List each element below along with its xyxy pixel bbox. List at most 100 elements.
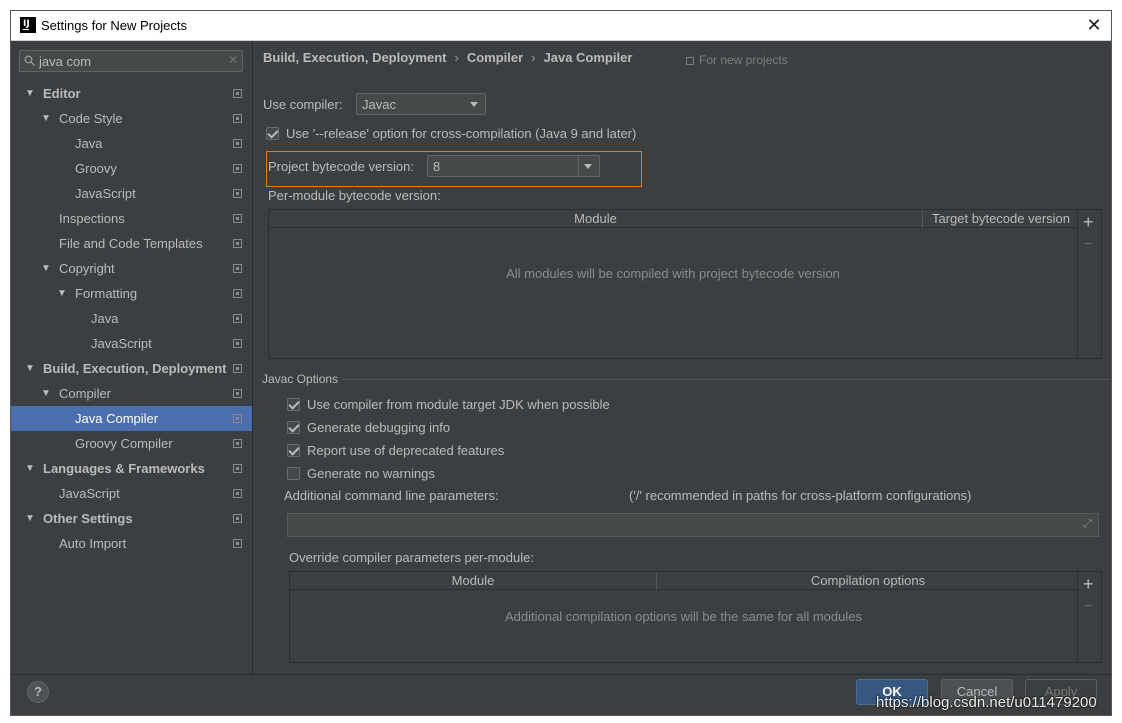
per-module-table: Module Target bytecode version All modul… — [268, 209, 1102, 359]
checkbox[interactable] — [287, 398, 300, 411]
settings-content: Build, Execution, Deployment › Compiler › Ja… — [254, 41, 1111, 674]
search-icon — [24, 55, 35, 66]
target-version-column-header[interactable]: Target bytecode version — [923, 210, 1079, 228]
tree-item-javascript[interactable]: JavaScript — [11, 181, 252, 206]
remove-icon: − — [1084, 236, 1094, 253]
settings-sidebar: ✕ ▼ Editor ▼ Code Style Java Groovy — [11, 41, 253, 674]
for-new-projects-label: For new projects — [699, 53, 788, 67]
remove-icon: − — [1084, 598, 1094, 615]
search-input[interactable] — [39, 53, 219, 69]
close-icon[interactable]: ✕ — [1083, 14, 1105, 36]
expand-icon[interactable]: ⤢ — [1083, 519, 1094, 530]
tree-item-auto-import[interactable]: Auto Import — [11, 531, 252, 556]
project-copy-icon — [233, 364, 242, 373]
table-toolbar: + − — [1077, 572, 1101, 662]
project-copy-icon — [233, 414, 242, 423]
checkbox[interactable] — [287, 467, 300, 480]
module-column-header[interactable]: Module — [290, 572, 657, 590]
settings-dialog: IJ Settings for New Projects ✕ ✕ ▼ Edito… — [10, 10, 1112, 716]
per-module-label: Per-module bytecode version: — [268, 188, 441, 203]
tree-item-java-compiler[interactable]: Java Compiler — [11, 406, 252, 431]
breadcrumb-build: Build, Execution, Deployment — [263, 50, 447, 65]
tree-item-formatting[interactable]: ▼ Formatting — [11, 281, 252, 306]
expand-arrow-icon[interactable]: ▼ — [25, 506, 35, 531]
dropdown-arrow-icon — [584, 164, 592, 169]
expand-arrow-icon[interactable]: ▼ — [41, 106, 51, 131]
tree-item-compiler[interactable]: ▼ Compiler — [11, 381, 252, 406]
watermark: https://blog.csdn.net/u011479200 — [876, 694, 1097, 711]
for-new-projects-note: For new projects — [686, 53, 788, 67]
expand-arrow-icon[interactable]: ▼ — [25, 356, 35, 381]
bytecode-version-value: 8 — [433, 159, 441, 174]
tree-item-groovy[interactable]: Groovy — [11, 156, 252, 181]
expand-arrow-icon[interactable]: ▼ — [57, 281, 67, 306]
project-copy-icon — [233, 239, 242, 248]
breadcrumb-java-compiler: Java Compiler — [543, 50, 633, 65]
additional-params-hint: ('/' recommended in paths for cross-plat… — [629, 488, 972, 503]
breadcrumb: Build, Execution, Deployment › Compiler › Ja… — [263, 50, 632, 65]
add-icon[interactable]: + — [1083, 212, 1094, 233]
project-copy-icon — [233, 214, 242, 223]
release-option-label: Use '--release' option for cross-compila… — [286, 126, 637, 141]
intellij-app-icon: IJ — [20, 17, 36, 33]
tree-item-label: Other Settings — [43, 511, 133, 526]
checkbox[interactable] — [287, 444, 300, 457]
tree-item-languages-frameworks[interactable]: ▼ Languages & Frameworks — [11, 456, 252, 481]
expand-arrow-icon[interactable]: ▼ — [25, 81, 35, 106]
use-compiler-select[interactable]: Javac — [356, 93, 486, 115]
project-copy-icon — [233, 139, 242, 148]
tree-item-copyright[interactable]: ▼ Copyright — [11, 256, 252, 281]
expand-arrow-icon[interactable]: ▼ — [41, 256, 51, 281]
tree-item-build-execution-deployment[interactable]: ▼ Build, Execution, Deployment — [11, 356, 252, 381]
checkbox[interactable] — [266, 127, 279, 140]
add-icon[interactable]: + — [1083, 574, 1094, 595]
breadcrumb-separator: › — [531, 50, 536, 65]
tree-item-code-style[interactable]: ▼ Code Style — [11, 106, 252, 131]
tree-item-label: Java Compiler — [75, 411, 159, 426]
override-empty-message: Additional compilation options will be t… — [505, 609, 862, 624]
tree-item-other-settings[interactable]: ▼ Other Settings — [11, 506, 252, 531]
project-copy-icon — [233, 339, 242, 348]
tree-item-inspections[interactable]: Inspections — [11, 206, 252, 231]
project-copy-icon — [233, 114, 242, 123]
dropdown-arrow-icon — [470, 102, 478, 107]
expand-arrow-icon[interactable]: ▼ — [25, 456, 35, 481]
use-compiler-label: Use compiler: — [263, 97, 343, 112]
compilation-options-column-header[interactable]: Compilation options — [657, 572, 1079, 590]
override-params-table: Module Compilation options Additional co… — [289, 571, 1102, 663]
tree-item-file-and-code-templates[interactable]: File and Code Templates — [11, 231, 252, 256]
additional-params-input[interactable] — [287, 513, 1099, 537]
checkbox[interactable] — [287, 421, 300, 434]
project-copy-icon — [233, 439, 242, 448]
tree-item-languages-javascript[interactable]: JavaScript — [11, 481, 252, 506]
tree-item-label: Groovy — [75, 161, 117, 176]
tree-item-label: Groovy Compiler — [75, 436, 173, 451]
tree-item-java[interactable]: Java — [11, 131, 252, 156]
javac-options-title: Javac Options — [262, 372, 339, 386]
project-copy-icon — [233, 464, 242, 473]
generate-debugging-info-label: Generate debugging info — [307, 420, 451, 435]
tree-item-groovy-compiler[interactable]: Groovy Compiler — [11, 431, 252, 456]
use-compiler-value: Javac — [362, 97, 396, 112]
breadcrumb-separator: › — [454, 50, 459, 65]
bytecode-version-label: Project bytecode version: — [268, 159, 414, 174]
project-copy-icon — [233, 89, 242, 98]
project-copy-icon — [233, 514, 242, 523]
bytecode-version-select[interactable]: 8 — [427, 155, 600, 177]
settings-tree: ▼ Editor ▼ Code Style Java Groovy JavaSc… — [11, 81, 252, 556]
help-button[interactable]: ? — [27, 681, 49, 703]
additional-params-label: Additional command line parameters: — [284, 488, 499, 503]
tree-item-formatting-javascript[interactable]: JavaScript — [11, 331, 252, 356]
project-copy-icon — [686, 57, 694, 65]
expand-arrow-icon[interactable]: ▼ — [41, 381, 51, 406]
clear-search-icon[interactable]: ✕ — [228, 53, 238, 67]
search-box[interactable]: ✕ — [19, 50, 243, 72]
tree-item-editor[interactable]: ▼ Editor — [11, 81, 252, 106]
project-copy-icon — [233, 314, 242, 323]
tree-item-label: File and Code Templates — [59, 236, 203, 251]
module-column-header[interactable]: Module — [269, 210, 923, 228]
tree-item-label: JavaScript — [75, 186, 136, 201]
project-copy-icon — [233, 164, 242, 173]
tree-item-formatting-java[interactable]: Java — [11, 306, 252, 331]
tree-item-label: JavaScript — [91, 336, 152, 351]
